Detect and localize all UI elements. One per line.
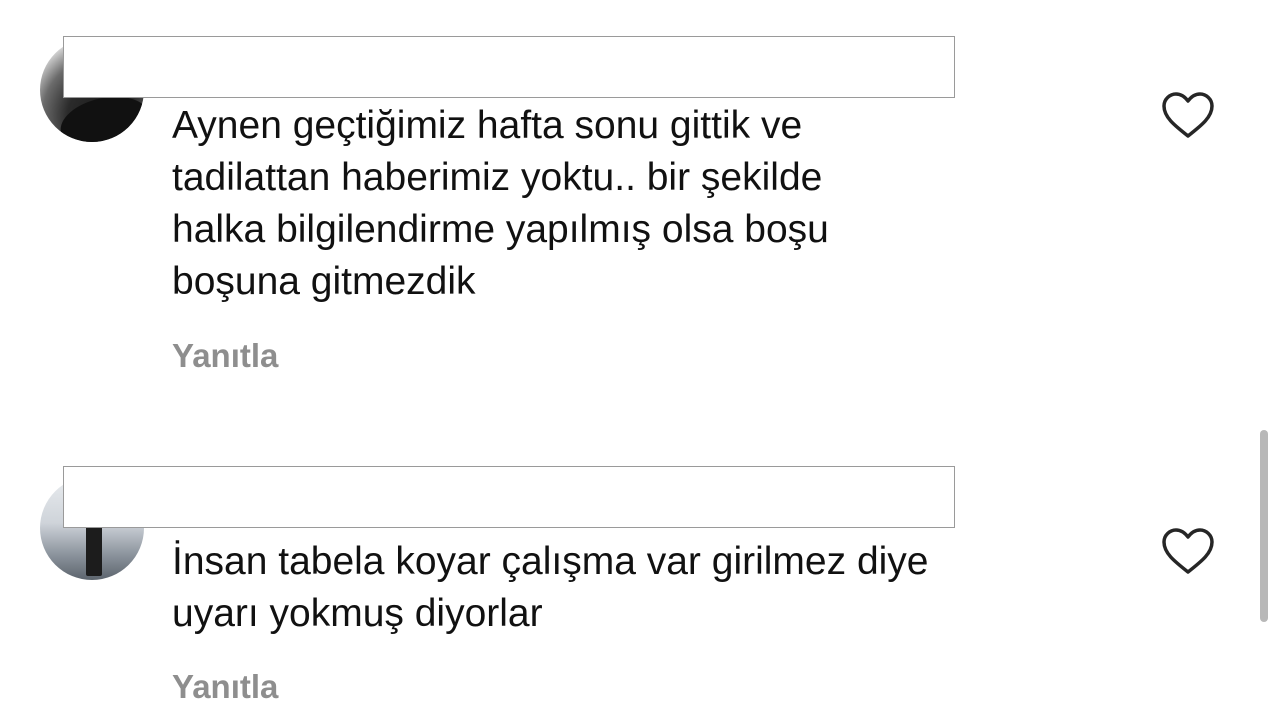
comment-text: İnsan tabela koyar çalışma var girilmez … [172,536,1072,640]
heart-outline-icon[interactable] [1160,526,1216,576]
redacted-username [63,36,955,98]
comment-text: Aynen geçtiğimiz hafta sonu gittik ve ta… [172,100,1072,308]
comment-text-line: tadilattan haberimiz yoktu.. bir şekilde [172,156,823,199]
redacted-username [63,466,955,528]
scrollbar[interactable] [1260,430,1268,622]
reply-button[interactable]: Yanıtla [172,668,278,706]
reply-button[interactable]: Yanıtla [172,337,278,375]
comment-text-line: boşuna gitmezdik [172,260,476,303]
heart-outline-icon[interactable] [1160,90,1216,140]
comment-text-line: Aynen geçtiğimiz hafta sonu gittik ve [172,104,803,147]
comment-text-line: uyarı yokmuş diyorlar [172,592,543,635]
comment-text-line: halka bilgilendirme yapılmış olsa boşu [172,208,829,251]
comment-text-line: İnsan tabela koyar çalışma var girilmez … [172,540,929,583]
comments-screen: Aynen geçtiğimiz hafta sonu gittik ve ta… [0,0,1280,720]
